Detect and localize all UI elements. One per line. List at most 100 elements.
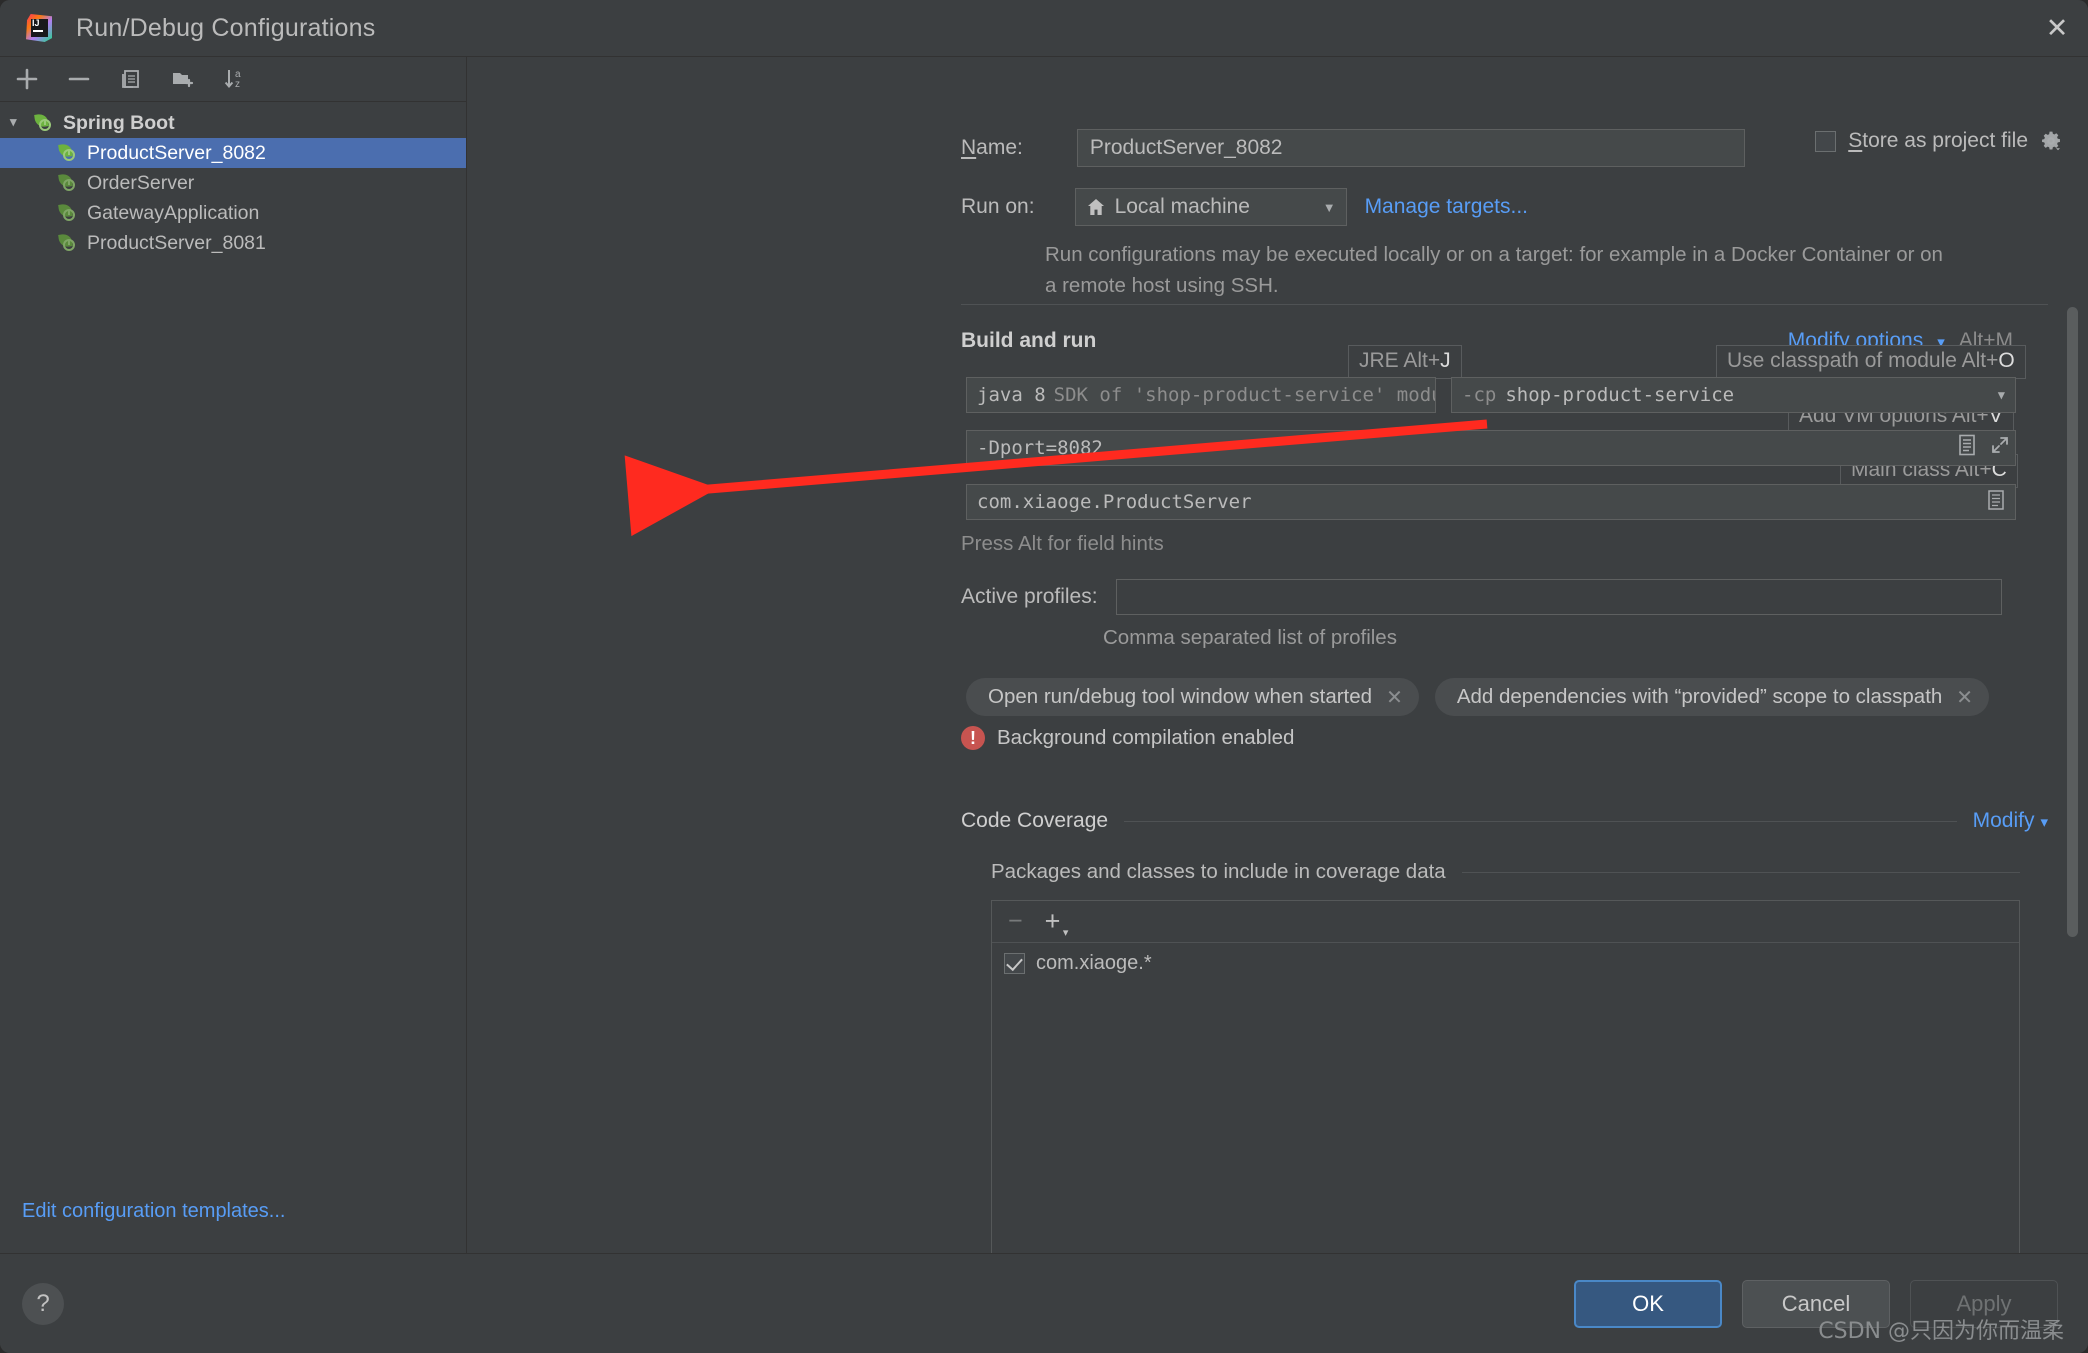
code-coverage-modify-link[interactable]: Modify ▾ — [1973, 809, 2048, 833]
chevron-down-icon[interactable]: ▾ — [10, 114, 30, 130]
run-on-label: Run on: — [961, 195, 1035, 218]
chevron-down-icon: ▼ — [1322, 199, 1336, 215]
close-icon[interactable]: ✕ — [2026, 0, 2088, 56]
classpath-module-field[interactable]: -cp shop-product-service ▼ — [1451, 377, 2016, 413]
tree-group-spring-boot[interactable]: ▾ Spring Boot — [0, 108, 466, 138]
dialog-title: Run/Debug Configurations — [76, 13, 376, 42]
tree-item-label: OrderServer — [87, 171, 195, 194]
gear-icon[interactable] — [2040, 130, 2062, 152]
classpath-value: shop-product-service — [1505, 384, 1735, 406]
tree-item-label: ProductServer_8081 — [87, 231, 266, 254]
tree-item-productserver-8081[interactable]: ProductServer_8081 — [0, 228, 466, 258]
coverage-list-item[interactable]: com.xiaoge.* — [992, 943, 2019, 983]
minus-icon[interactable] — [62, 62, 96, 96]
document-icon[interactable] — [1958, 434, 1976, 456]
active-profiles-input[interactable] — [1115, 579, 2002, 615]
tree-group-label: Spring Boot — [63, 111, 175, 134]
option-chips: Open run/debug tool window when started … — [966, 678, 1990, 716]
tree-item-gatewayapplication[interactable]: GatewayApplication — [0, 198, 466, 228]
section-divider — [961, 304, 2048, 305]
expand-icon[interactable] — [1990, 435, 2010, 455]
jre-sdk-combo[interactable]: java 8 SDK of 'shop-product-service' mod… — [966, 377, 1436, 413]
chip-label: Add dependencies with “provided” scope t… — [1456, 685, 1943, 708]
home-icon — [1086, 197, 1106, 217]
classpath-prefix: -cp — [1462, 384, 1497, 406]
spring-boot-icon — [34, 113, 56, 133]
vm-options-field[interactable]: -Dport=8082 — [966, 430, 2016, 466]
vm-options-actions — [1958, 434, 2010, 456]
press-alt-for-field-hints: Press Alt for field hints — [961, 532, 1164, 555]
main-class-value: com.xiaoge.ProductServer — [977, 491, 1252, 513]
tree-item-productserver-8082[interactable]: ProductServer_8082 — [0, 138, 466, 168]
hint-jre: JRE Alt+J — [1348, 345, 1462, 379]
vertical-scrollbar[interactable] — [2067, 307, 2078, 1253]
copy-icon[interactable] — [114, 62, 148, 96]
intellij-idea-logo-icon: IJ — [22, 11, 56, 45]
coverage-packages-header: Packages and classes to include in cover… — [991, 860, 2020, 884]
ok-button[interactable]: OK — [1574, 1279, 1722, 1328]
spring-boot-icon — [58, 203, 80, 223]
sidebar-footer: Edit configuration templates... — [0, 1200, 466, 1253]
configuration-editor-panel: Name: Store as project file — [467, 57, 2088, 1253]
edit-configuration-templates-link[interactable]: Edit configuration templates... — [22, 1200, 285, 1222]
plus-icon[interactable] — [10, 62, 44, 96]
tree-item-label: ProductServer_8082 — [87, 141, 266, 164]
manage-targets-link[interactable]: Manage targets... — [1365, 195, 1528, 219]
chip-add-provided-dependencies[interactable]: Add dependencies with “provided” scope t… — [1434, 678, 1990, 716]
run-on-description: Run configurations may be executed local… — [1045, 243, 1943, 297]
chevron-down-icon: ▾ — [2040, 814, 2048, 831]
store-as-project-file-row: Store as project file — [1815, 129, 2062, 153]
chevron-down-icon: ▼ — [1997, 388, 2005, 402]
active-profiles-hint: Comma separated list of profiles — [1103, 626, 1397, 649]
error-circle-icon: ! — [961, 726, 985, 750]
help-question-icon[interactable]: ? — [22, 1282, 64, 1325]
background-compilation-warning: ! Background compilation enabled — [961, 726, 1294, 750]
dialog-body: a z ▾ Spring Boot ProductServer_8082 Ord… — [0, 57, 2088, 1253]
chip-label: Open run/debug tool window when started — [988, 685, 1373, 708]
run-debug-configurations-dialog: IJ Run/Debug Configurations ✕ a z ▾ Spri… — [0, 0, 2088, 1353]
spring-boot-icon — [58, 173, 80, 193]
configurations-sidebar: a z ▾ Spring Boot ProductServer_8082 Ord… — [0, 57, 467, 1253]
store-as-project-file-checkbox[interactable] — [1815, 130, 1837, 152]
dialog-footer: ? OK Cancel Apply CSDN @只因为你而温柔 — [0, 1253, 2088, 1353]
store-as-project-file-label: Store as project file — [1848, 129, 2028, 152]
chip-open-run-debug-tool-window[interactable]: Open run/debug tool window when started … — [966, 678, 1419, 716]
main-class-field[interactable]: com.xiaoge.ProductServer — [966, 484, 2016, 520]
sort-alpha-icon[interactable]: a z — [218, 62, 252, 96]
code-coverage-title: Code Coverage — [961, 809, 1109, 832]
run-on-combo[interactable]: Local machine ▼ — [1074, 188, 1347, 226]
spring-boot-icon — [58, 233, 80, 253]
coverage-packages-title: Packages and classes to include in cover… — [991, 860, 1446, 883]
tree-item-label: GatewayApplication — [87, 201, 260, 224]
jre-sdk-value: java 8 — [977, 384, 1046, 406]
run-on-row: Run on: Local machine ▼ Manage targets..… — [961, 188, 1528, 226]
coverage-item-label: com.xiaoge.* — [1036, 951, 1152, 974]
divider — [1461, 871, 2020, 873]
jre-sdk-detail: SDK of 'shop-product-service' modu — [1053, 384, 1436, 406]
folder-add-icon[interactable] — [166, 62, 200, 96]
document-icon[interactable] — [1987, 489, 2005, 515]
chip-close-icon[interactable]: ✕ — [1956, 685, 1973, 710]
coverage-packages-panel: − + ▾ com.xiaoge.* — [991, 900, 2020, 1253]
name-label: Name: — [961, 136, 1023, 159]
build-and-run-title: Build and run — [961, 329, 1097, 352]
name-input[interactable] — [1076, 129, 1745, 167]
tree-item-orderserver[interactable]: OrderServer — [0, 168, 466, 198]
active-profiles-label: Active profiles: — [961, 585, 1098, 608]
spring-boot-icon — [58, 143, 80, 163]
warning-text: Background compilation enabled — [997, 726, 1295, 749]
coverage-toolbar: − + ▾ — [992, 901, 2019, 943]
divider — [1124, 820, 1957, 822]
code-coverage-header: Code Coverage Modify ▾ — [961, 809, 2048, 833]
chip-close-icon[interactable]: ✕ — [1386, 685, 1403, 710]
svg-text:z: z — [235, 79, 240, 90]
scrollbar-thumb[interactable] — [2067, 307, 2078, 937]
minus-icon[interactable]: − — [1008, 907, 1023, 936]
plus-dropdown-icon[interactable]: + ▾ — [1045, 906, 1069, 939]
coverage-item-checkbox[interactable] — [1004, 952, 1025, 974]
vm-options-value: -Dport=8082 — [977, 437, 1103, 459]
name-row: Name: — [961, 129, 1745, 167]
sidebar-toolbar: a z — [0, 57, 466, 102]
configurations-tree: ▾ Spring Boot ProductServer_8082 OrderSe… — [0, 102, 466, 1200]
hint-use-classpath-of-module: Use classpath of module Alt+O — [1716, 345, 2026, 379]
